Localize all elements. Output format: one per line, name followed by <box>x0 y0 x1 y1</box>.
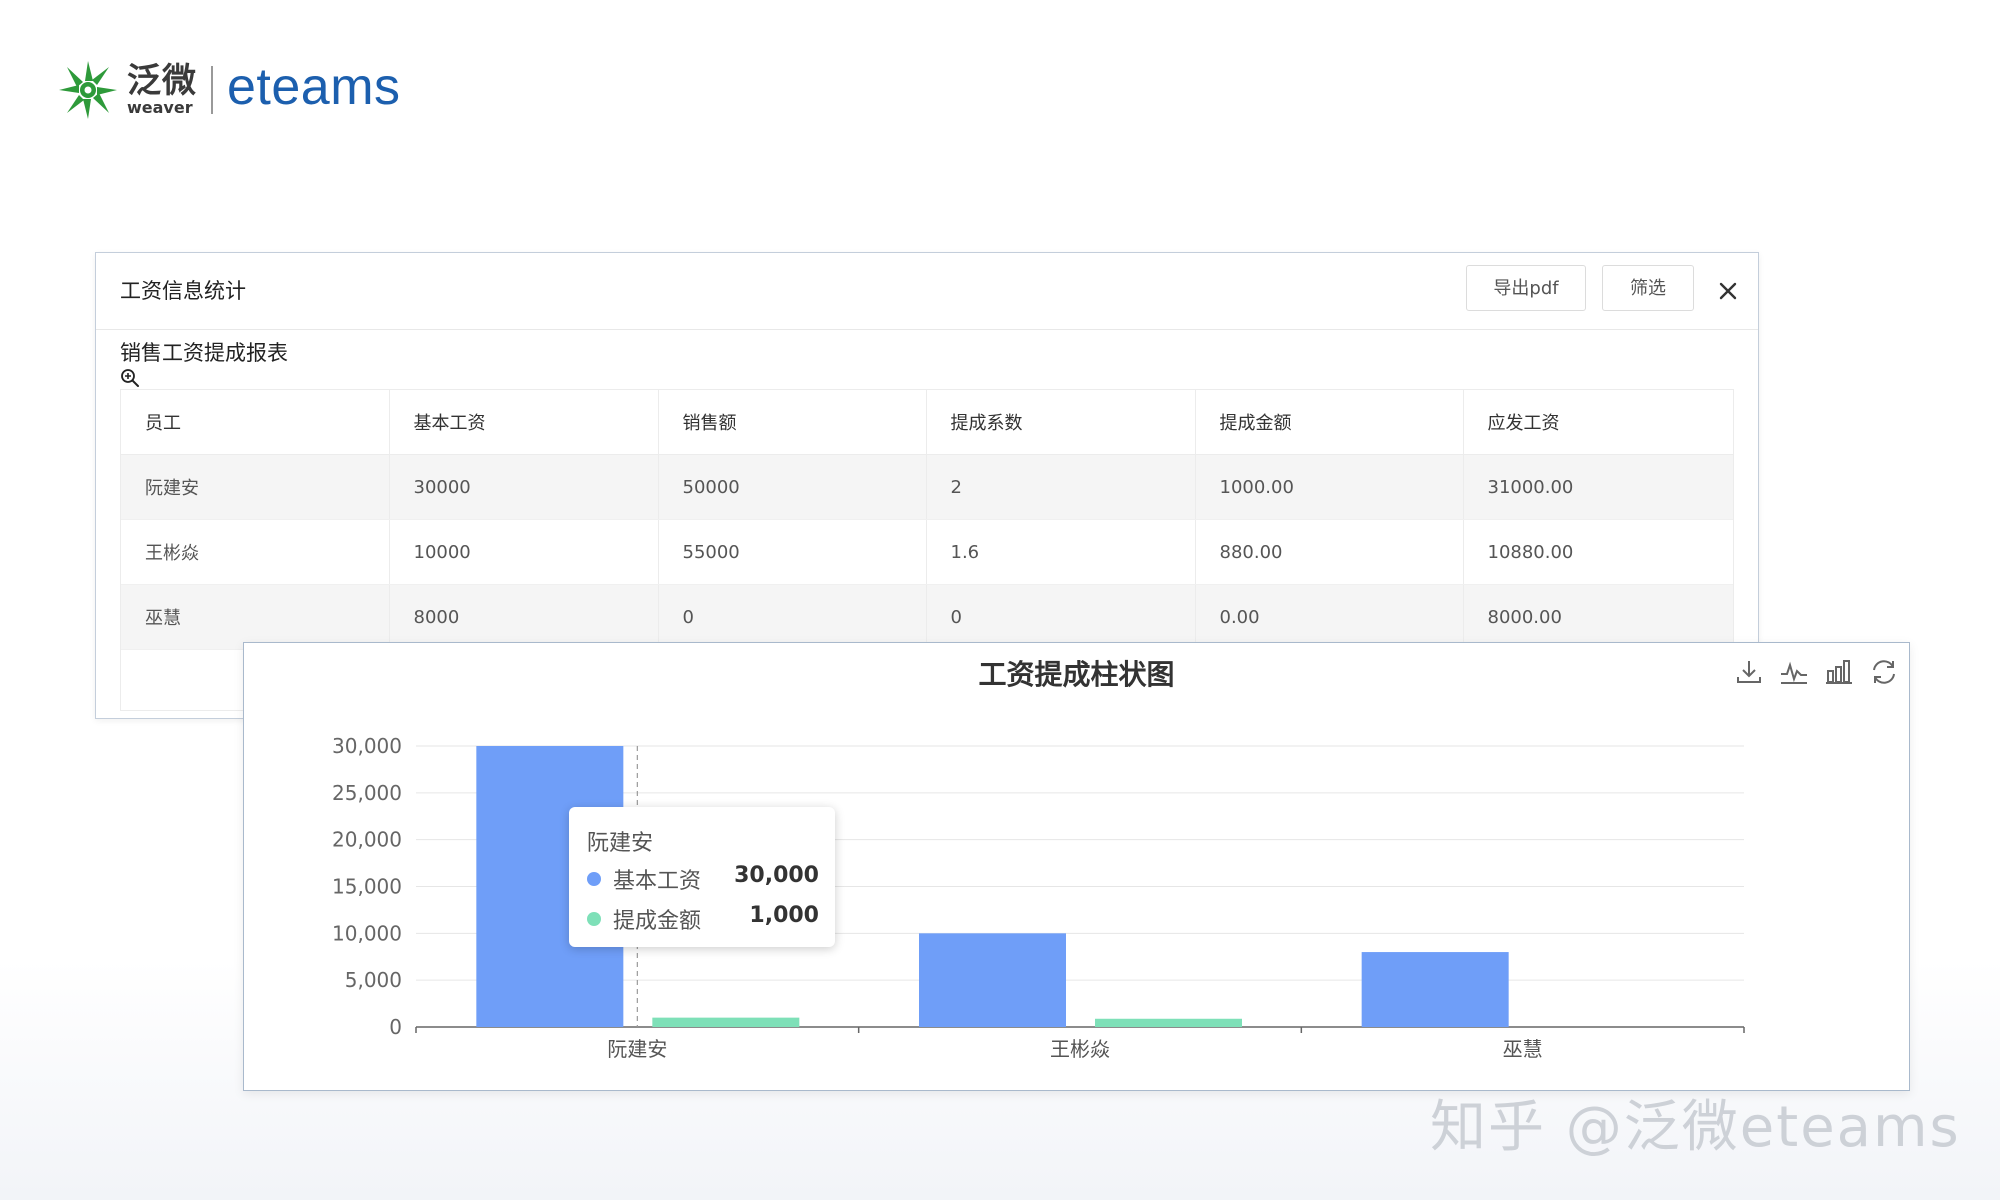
table-cell: 2 <box>926 454 1196 520</box>
brand-name-en: weaver <box>127 98 193 117</box>
table-cell: 王彬焱 <box>121 519 390 585</box>
bar-chart-icon[interactable] <box>1824 657 1854 687</box>
table-row[interactable]: 王彬焱 10000 55000 1.6 880.00 10880.00 <box>121 519 1733 585</box>
bar-base-salary <box>1361 952 1509 1027</box>
table-cell: 50000 <box>658 454 927 520</box>
table-header-row: 员工 基本工资 销售额 提成系数 提成金额 应发工资 <box>121 390 1733 455</box>
tooltip-row: 基本工资 30,000 <box>587 863 819 894</box>
tooltip-title: 阮建安 <box>587 831 654 856</box>
window-title: 工资信息统计 <box>120 279 246 303</box>
x-tick-label: 巫慧 <box>1503 1037 1543 1061</box>
tooltip-row: 提成金额 1,000 <box>587 903 819 934</box>
download-icon[interactable] <box>1734 657 1764 687</box>
y-tick-label: 5,000 <box>345 968 402 992</box>
report-window-header: 工资信息统计 导出pdf 筛选 <box>96 253 1758 330</box>
bar-commission <box>652 1017 800 1027</box>
column-header: 提成金额 <box>1195 390 1464 455</box>
table-cell: 阮建安 <box>121 454 390 520</box>
table-cell: 1000.00 <box>1195 454 1464 520</box>
table-row[interactable]: 阮建安 30000 50000 2 1000.00 31000.00 <box>121 454 1733 520</box>
series-dot <box>587 872 601 886</box>
table-row[interactable]: 巫慧 8000 0 0 0.00 8000.00 <box>121 584 1733 650</box>
y-tick-label: 20,000 <box>332 828 402 852</box>
chart-window: 0 5,000 10,000 15,000 20,000 25,000 30,000 阮建安王… <box>243 642 1910 1091</box>
column-header: 基本工资 <box>389 390 659 455</box>
table-cell: 55000 <box>658 519 927 585</box>
table-cell: 10000 <box>389 519 659 585</box>
table-cell: 0 <box>658 584 927 650</box>
table-cell: 巫慧 <box>121 584 390 650</box>
product-name: eteams <box>227 58 401 116</box>
bar-chart: 05,00010,00015,00020,00025,00030,000阮建安王… <box>332 734 1745 1061</box>
table-cell: 0.00 <box>1195 584 1464 650</box>
bar-base-salary <box>919 933 1066 1027</box>
export-pdf-button[interactable]: 导出pdf <box>1466 265 1586 311</box>
table-cell: 880.00 <box>1195 519 1464 585</box>
table-cell: 0 <box>926 584 1196 650</box>
series-dot <box>587 912 601 926</box>
line-chart-icon[interactable] <box>1779 657 1809 687</box>
y-tick-label: 25,000 <box>332 781 402 805</box>
y-tick-label: 15,000 <box>332 875 402 899</box>
bar-commission <box>1095 1018 1242 1027</box>
column-header: 员工 <box>121 390 390 455</box>
column-header: 提成系数 <box>926 390 1196 455</box>
table-cell: 8000.00 <box>1463 584 1733 650</box>
logo-divider <box>211 66 213 114</box>
table-cell: 30000 <box>389 454 659 520</box>
table-cell: 1.6 <box>926 519 1196 585</box>
column-header: 应发工资 <box>1463 390 1733 455</box>
tooltip-series-value: 1,000 <box>749 903 819 928</box>
table-cell: 8000 <box>389 584 659 650</box>
zoom-in-icon[interactable] <box>120 368 140 388</box>
tooltip-series-name: 提成金额 <box>613 909 702 934</box>
tooltip-series-name: 基本工资 <box>613 869 702 894</box>
refresh-icon[interactable] <box>1869 657 1899 687</box>
y-tick-label: 0 <box>389 1015 402 1039</box>
watermark: 知乎 @泛微eteams <box>1430 1095 1961 1160</box>
filter-button[interactable]: 筛选 <box>1602 265 1694 311</box>
chart-tooltip: 阮建安 基本工资 30,000 提成金额 1,000 <box>569 807 835 947</box>
table-cell: 31000.00 <box>1463 454 1733 520</box>
report-title: 销售工资提成报表 <box>120 341 288 365</box>
x-tick-label: 阮建安 <box>607 1037 667 1061</box>
column-header: 销售额 <box>658 390 927 455</box>
weaver-logo-icon <box>59 61 117 119</box>
brand-logo: 泛微 weaver eteams <box>55 50 401 130</box>
y-tick-label: 10,000 <box>332 921 402 945</box>
tooltip-series-value: 30,000 <box>734 863 819 888</box>
table-cell: 10880.00 <box>1463 519 1733 585</box>
y-tick-label: 30,000 <box>332 734 402 758</box>
x-tick-label: 王彬焱 <box>1050 1037 1110 1061</box>
brand-name-cn: 泛微 <box>127 61 197 101</box>
chart-title: 工资提成柱状图 <box>978 658 1175 691</box>
close-icon[interactable] <box>1710 273 1746 309</box>
